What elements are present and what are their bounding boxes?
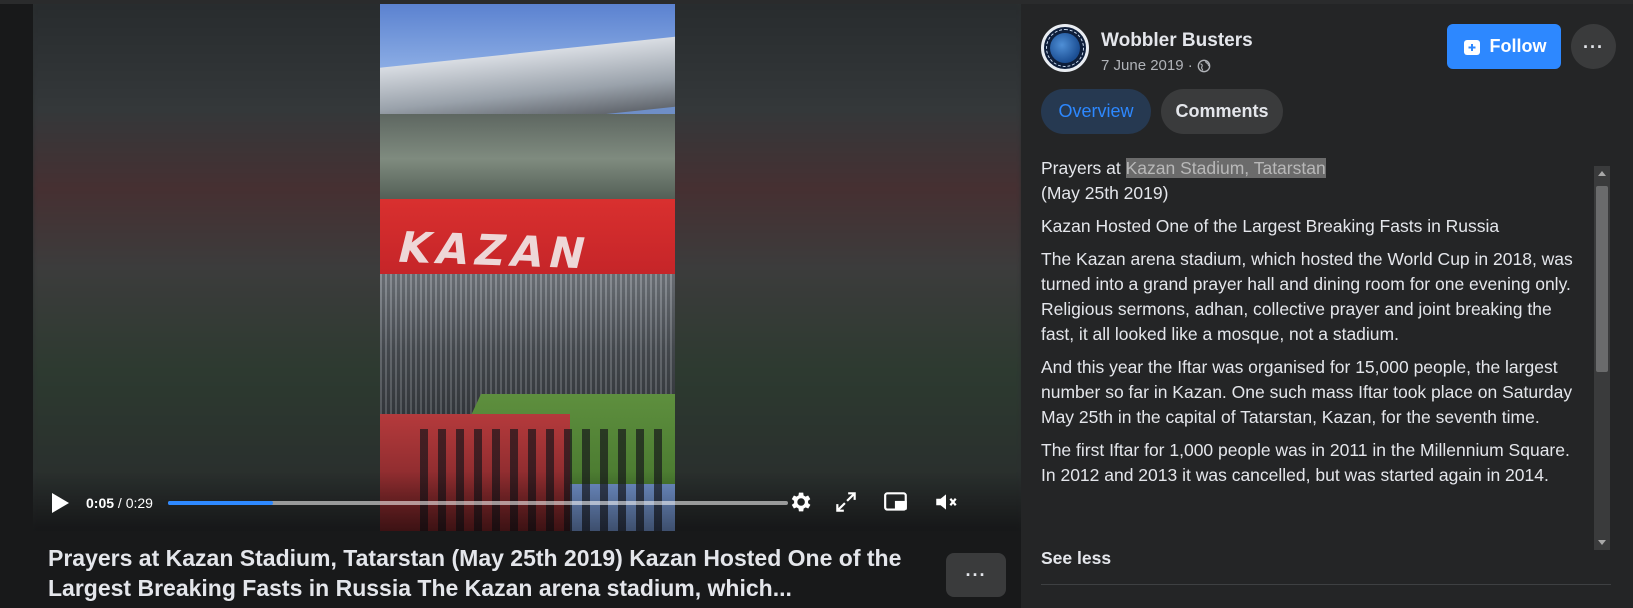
globe-icon bbox=[1197, 59, 1211, 72]
follow-icon bbox=[1463, 39, 1480, 55]
post-description: Prayers at Kazan Stadium, Tatarstan (May… bbox=[1041, 156, 1581, 546]
progress-fill bbox=[168, 501, 274, 505]
scene-crowd bbox=[380, 274, 675, 414]
tab-comments[interactable]: Comments bbox=[1161, 89, 1283, 134]
location-link[interactable]: Kazan Stadium, Tatarstan bbox=[1125, 158, 1326, 178]
description-paragraph-5b: In 2012 and 2013 it was cancelled, but w… bbox=[1041, 465, 1549, 485]
title-more-options-button[interactable]: ··· bbox=[946, 553, 1006, 597]
post-date-text: 7 June 2019 · bbox=[1101, 57, 1193, 74]
scroll-down-arrow-icon[interactable] bbox=[1598, 540, 1606, 545]
see-less-link[interactable]: See less bbox=[1041, 548, 1111, 569]
mute-button[interactable] bbox=[931, 487, 961, 517]
gear-icon bbox=[791, 492, 811, 512]
description-line-1: Prayers at Kazan Stadium, Tatarstan bbox=[1041, 156, 1581, 181]
description-paragraph-3: The Kazan arena stadium, which hosted th… bbox=[1041, 249, 1573, 344]
expand-icon bbox=[836, 492, 856, 512]
play-button[interactable] bbox=[49, 491, 71, 515]
fullscreen-button[interactable] bbox=[831, 487, 861, 517]
time-display: 0:05 / 0:29 bbox=[86, 495, 153, 511]
description-scrollbar[interactable] bbox=[1594, 166, 1610, 550]
play-icon bbox=[52, 493, 69, 513]
picture-in-picture-button[interactable] bbox=[881, 487, 911, 517]
description-prefix: Prayers at bbox=[1041, 158, 1126, 178]
description-paragraph-2: Kazan Hosted One of the Largest Breaking… bbox=[1041, 216, 1500, 236]
page-menu-button[interactable]: ··· bbox=[1571, 24, 1616, 69]
video-controls: 0:05 / 0:29 bbox=[33, 471, 1021, 531]
more-options-icon: ··· bbox=[1583, 36, 1604, 57]
muted-speaker-icon bbox=[936, 494, 957, 510]
follow-button[interactable]: Follow bbox=[1447, 24, 1561, 69]
scene-upper-stand bbox=[380, 114, 675, 204]
scroll-up-arrow-icon[interactable] bbox=[1598, 171, 1606, 176]
video-title: Prayers at Kazan Stadium, Tatarstan (May… bbox=[48, 545, 902, 601]
post-date: 7 June 2019 · bbox=[1101, 57, 1211, 74]
duration: 0:29 bbox=[125, 495, 153, 511]
video-player[interactable]: KAZAN 0:05 / 0:29 bbox=[33, 4, 1021, 531]
settings-button[interactable] bbox=[785, 487, 815, 517]
progress-bar[interactable] bbox=[168, 501, 788, 505]
scrollbar-thumb[interactable] bbox=[1596, 186, 1608, 372]
description-paragraph-4: And this year the Iftar was organised fo… bbox=[1041, 357, 1573, 427]
tab-overview[interactable]: Overview bbox=[1041, 89, 1151, 134]
description-date: (May 25th 2019) bbox=[1041, 183, 1169, 203]
video-frame[interactable]: KAZAN bbox=[380, 4, 675, 531]
divider bbox=[1041, 584, 1611, 585]
scene-kazan-letters: KAZAN bbox=[392, 222, 597, 279]
page-name[interactable]: Wobbler Busters bbox=[1101, 30, 1253, 52]
time-separator: / bbox=[114, 495, 126, 511]
current-time: 0:05 bbox=[86, 495, 115, 511]
avatar[interactable] bbox=[1041, 24, 1089, 72]
avatar-logo bbox=[1050, 33, 1080, 63]
follow-label: Follow bbox=[1489, 36, 1547, 56]
post-info-panel: Wobbler Busters 7 June 2019 · Follow ···… bbox=[1021, 4, 1633, 608]
pip-icon bbox=[884, 492, 907, 511]
description-paragraph-5a: The first Iftar for 1,000 people was in … bbox=[1041, 440, 1570, 460]
more-options-icon: ··· bbox=[965, 565, 987, 585]
